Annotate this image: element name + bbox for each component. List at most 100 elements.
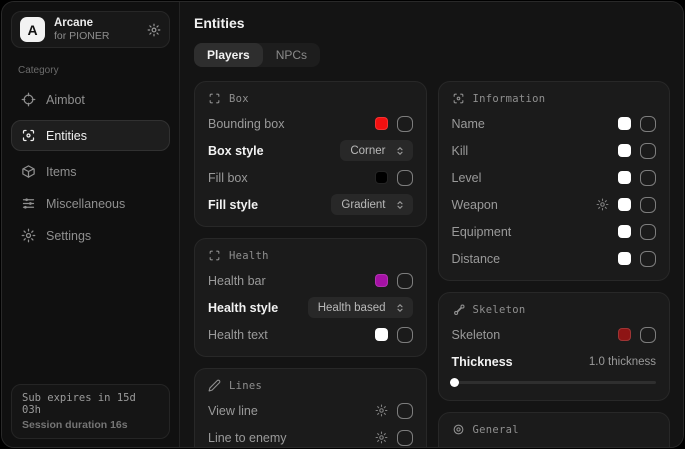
row-settings-icon[interactable]	[375, 404, 388, 417]
color-swatch[interactable]	[618, 225, 631, 238]
target-icon	[452, 423, 465, 436]
chevrons-up-down-icon	[394, 302, 406, 314]
color-swatch[interactable]	[618, 328, 631, 341]
tab-npcs[interactable]: NPCs	[263, 43, 320, 67]
panel-lines-header: Lines	[208, 379, 413, 392]
slider-track	[452, 381, 657, 384]
box-style-dropdown[interactable]: Corner	[340, 140, 412, 161]
row-label: Health bar	[208, 274, 266, 288]
row-label: Kill	[452, 144, 469, 158]
slider-thumb[interactable]	[450, 378, 459, 387]
row-label: Distance	[452, 252, 501, 266]
panel-health: Health Health bar Health style Health ba…	[194, 238, 427, 357]
bone-icon	[452, 303, 465, 316]
brand-text: Arcane for PIONER	[54, 17, 109, 42]
cube-icon	[21, 164, 36, 179]
checkbox[interactable]	[397, 170, 413, 186]
sidebar-item-label: Settings	[46, 229, 91, 243]
checkbox[interactable]	[640, 327, 656, 343]
panel-title: Skeleton	[473, 304, 526, 316]
sidebar-item-aimbot[interactable]: Aimbot	[11, 84, 170, 115]
fill-style-dropdown[interactable]: Gradient	[331, 194, 412, 215]
panel-general-header: General	[452, 423, 657, 436]
checkbox[interactable]	[640, 197, 656, 213]
gear-icon	[21, 228, 36, 243]
row-bounding-box: Bounding box	[208, 115, 413, 132]
sidebar-item-label: Miscellaneous	[46, 197, 125, 211]
sidebar-nav: Aimbot Entities Items Miscellaneous Sett…	[11, 84, 170, 251]
panel-lines: Lines View line Line to enemy	[194, 368, 427, 447]
checkbox[interactable]	[640, 143, 656, 159]
panel-general: General Visibility check Max distance 50…	[438, 412, 671, 447]
panel-information-header: Information	[452, 92, 657, 105]
row-label: Line to enemy	[208, 431, 287, 445]
color-swatch[interactable]	[375, 328, 388, 341]
checkbox[interactable]	[640, 224, 656, 240]
row-fill-style: Fill style Gradient	[208, 196, 413, 213]
row-label: Bounding box	[208, 117, 284, 131]
entities-scan-icon	[21, 128, 36, 143]
sidebar-item-entities[interactable]: Entities	[11, 120, 170, 151]
panel-information: Information Name Kill	[438, 81, 671, 281]
row-label: Equipment	[452, 225, 512, 239]
checkbox[interactable]	[640, 116, 656, 132]
session-duration-text: Session duration 16s	[22, 419, 159, 431]
row-label: Box style	[208, 144, 264, 158]
row-label: Fill style	[208, 198, 258, 212]
sidebar-item-miscellaneous[interactable]: Miscellaneous	[11, 188, 170, 219]
panel-health-header: Health	[208, 249, 413, 262]
dropdown-value: Health based	[318, 302, 386, 314]
brand-settings-icon[interactable]	[147, 23, 161, 37]
row-weapon: Weapon	[452, 196, 657, 213]
row-label: Level	[452, 171, 482, 185]
row-kill: Kill	[452, 142, 657, 159]
row-thickness: Thickness 1.0 thickness	[452, 353, 657, 370]
color-swatch[interactable]	[618, 144, 631, 157]
row-label: Health text	[208, 328, 268, 342]
row-level: Level	[452, 169, 657, 186]
checkbox[interactable]	[640, 170, 656, 186]
row-skeleton: Skeleton	[452, 326, 657, 343]
checkbox[interactable]	[640, 447, 656, 448]
color-swatch[interactable]	[618, 117, 631, 130]
dropdown-value: Gradient	[341, 199, 385, 211]
checkbox[interactable]	[397, 273, 413, 289]
row-label: Name	[452, 117, 485, 131]
color-swatch[interactable]	[375, 274, 388, 287]
health-style-dropdown[interactable]: Health based	[308, 297, 413, 318]
tab-players[interactable]: Players	[194, 43, 263, 67]
chevrons-up-down-icon	[394, 145, 406, 157]
panel-title: Health	[229, 250, 269, 262]
thickness-slider[interactable]	[452, 378, 657, 387]
panel-skeleton: Skeleton Skeleton Thickness 1.0 thicknes…	[438, 292, 671, 401]
checkbox[interactable]	[640, 251, 656, 267]
checkbox[interactable]	[397, 116, 413, 132]
page-title: Entities	[194, 15, 670, 31]
color-swatch[interactable]	[618, 198, 631, 211]
brand-card: A Arcane for PIONER	[11, 11, 170, 48]
row-line-to-enemy: Line to enemy	[208, 429, 413, 446]
row-health-bar: Health bar	[208, 272, 413, 289]
row-settings-icon[interactable]	[375, 431, 388, 444]
color-swatch[interactable]	[618, 252, 631, 265]
checkbox[interactable]	[397, 327, 413, 343]
color-swatch[interactable]	[618, 171, 631, 184]
subscription-card: Sub expires in 15d 03h Session duration …	[11, 384, 170, 439]
row-visibility-check: Visibility check	[452, 446, 657, 447]
scan-icon	[452, 92, 465, 105]
brackets-icon	[208, 249, 221, 262]
row-label: Thickness	[452, 355, 513, 369]
checkbox[interactable]	[397, 403, 413, 419]
panel-skeleton-header: Skeleton	[452, 303, 657, 316]
color-swatch[interactable]	[375, 117, 388, 130]
panel-title: Box	[229, 93, 249, 105]
sidebar-item-settings[interactable]: Settings	[11, 220, 170, 251]
row-settings-icon[interactable]	[596, 198, 609, 211]
checkbox[interactable]	[397, 430, 413, 446]
app-name: Arcane	[54, 17, 109, 29]
color-swatch[interactable]	[375, 171, 388, 184]
panels-grid: Box Bounding box Box style Corner	[194, 81, 670, 447]
sidebar-item-items[interactable]: Items	[11, 156, 170, 187]
app-logo: A	[20, 17, 45, 42]
panel-box-header: Box	[208, 92, 413, 105]
